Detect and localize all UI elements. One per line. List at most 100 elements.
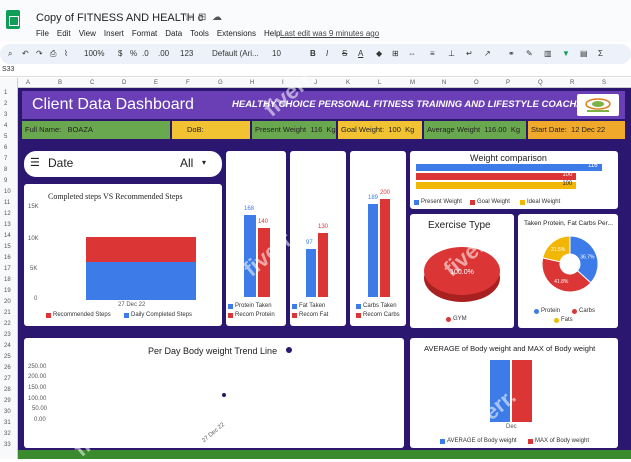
filter-views-icon[interactable]: ▤ xyxy=(580,49,588,58)
column-header-Q: Q xyxy=(538,80,543,86)
carbs-bar-0 xyxy=(368,204,378,297)
sheets-logo-icon[interactable] xyxy=(6,10,20,29)
full-name-cell[interactable]: Full Name: BOAZA xyxy=(22,121,170,139)
dashboard-title: Client Data Dashboard xyxy=(32,96,194,113)
redo-icon[interactable]: ↷ xyxy=(36,49,43,58)
text-wrap-icon[interactable]: ↵ xyxy=(466,49,473,58)
steps-ytick: 15K xyxy=(28,204,39,210)
row-header-4: 4 xyxy=(4,123,8,129)
vertical-align-icon[interactable]: ⊥ xyxy=(448,49,455,58)
row-header-9: 9 xyxy=(4,178,8,184)
cloud-status-icon[interactable]: ☁ xyxy=(212,12,222,23)
legend-carbs: Carbs xyxy=(572,308,595,314)
bold-button[interactable]: B xyxy=(310,49,316,58)
print-icon[interactable]: ⎙ xyxy=(50,49,56,59)
present-weight-label: Present Weight xyxy=(255,125,307,134)
goal-weight-value: 100 xyxy=(388,125,401,134)
italic-button[interactable]: I xyxy=(326,49,328,58)
merge-cells-icon[interactable]: ⇔ xyxy=(408,49,416,58)
weight-comparison-card[interactable]: Weight comparison 116 100 100 Present Weig… xyxy=(410,151,618,209)
trend-chart-card[interactable]: Per Day Body weight Trend Line 250.00 20… xyxy=(24,338,404,448)
date-filter-control[interactable]: ☰ Date All ▾ xyxy=(24,151,222,177)
goal-weight-cell[interactable]: Goal Weight: 100 Kg xyxy=(338,121,422,139)
menu-extensions[interactable]: Extensions xyxy=(217,29,256,38)
row-header-33: 33 xyxy=(4,442,11,448)
menu-data[interactable]: Data xyxy=(165,29,182,38)
average-weight-unit: Kg xyxy=(510,125,521,134)
menu-file[interactable]: File xyxy=(36,29,49,38)
undo-icon[interactable]: ↶ xyxy=(22,49,29,58)
zoom-select[interactable]: 100% xyxy=(84,49,104,58)
row-header-28: 28 xyxy=(4,387,11,393)
formula-bar[interactable] xyxy=(0,65,631,77)
row-header-10: 10 xyxy=(4,189,11,195)
menu-tools[interactable]: Tools xyxy=(190,29,209,38)
carbs-value-label-1: 200 xyxy=(380,189,391,196)
horizontal-align-icon[interactable]: ≡ xyxy=(430,49,435,58)
exercise-type-card[interactable]: Exercise Type 100.0% GYM xyxy=(410,214,514,328)
goal-weight-unit: Kg xyxy=(405,125,415,134)
paint-format-icon[interactable]: ⌇ xyxy=(64,49,68,58)
fat-chart-card[interactable]: 97 130 Fat Taken Recom Fat xyxy=(290,151,346,326)
row-header-30: 30 xyxy=(4,409,11,415)
legend-ideal-weight: Ideal Weight xyxy=(520,199,560,205)
menu-view[interactable]: View xyxy=(79,29,96,38)
weight-bar-0 xyxy=(416,164,602,171)
present-weight-value: 116 xyxy=(310,125,323,134)
row-header-5: 5 xyxy=(4,134,8,140)
document-title[interactable]: Copy of FITNESS AND HEALTH c xyxy=(36,12,203,24)
fat-bar-0 xyxy=(306,249,316,297)
avg-max-chart-card[interactable]: AVERAGE of Body weight and MAX of Body w… xyxy=(410,338,618,448)
macro-pie-card[interactable]: Taken Protein, Fat Carbs Per... 36.7% 41.… xyxy=(518,214,618,328)
trend-xtick: 27 Dec 22 xyxy=(201,421,227,445)
filter-icon[interactable]: ▼ xyxy=(562,49,570,58)
decrease-decimal-button[interactable]: .0 xyxy=(142,49,149,58)
protein-value-label-0: 168 xyxy=(244,205,255,212)
percent-format-button[interactable]: % xyxy=(130,49,137,58)
column-header-O: O xyxy=(474,80,479,86)
protein-chart-card[interactable]: 168 140 Protein Taken Recom Protein xyxy=(226,151,286,326)
steps-chart-card[interactable]: Completed steps VS Recommended Steps 15K… xyxy=(24,184,222,326)
start-date-value: 12 Dec 22 xyxy=(571,125,606,134)
menu-format[interactable]: Format xyxy=(132,29,157,38)
column-header-A: A xyxy=(26,80,31,86)
row-header-27: 27 xyxy=(4,376,11,382)
borders-icon[interactable]: ⊞ xyxy=(392,49,399,58)
column-header-M: M xyxy=(410,80,415,86)
trend-ytick: 100.00 xyxy=(28,396,47,402)
column-header-N: N xyxy=(442,80,447,86)
font-select[interactable]: Default (Ari... xyxy=(212,49,259,58)
avg-max-plot-area xyxy=(470,358,550,422)
menu-insert[interactable]: Insert xyxy=(104,29,124,38)
column-headers: A B C D E F G H I J K L M N O P Q R S xyxy=(18,78,631,88)
steps-ytick: 5K xyxy=(30,266,38,272)
functions-icon[interactable]: Σ xyxy=(598,49,603,58)
text-color-button[interactable]: A xyxy=(358,49,363,58)
search-menus-icon[interactable]: ⌕ xyxy=(8,49,12,59)
last-edit-link[interactable]: Last edit was 9 minutes ago xyxy=(280,29,379,38)
donut-label-carbs: 41.8% xyxy=(554,279,569,285)
more-formats-button[interactable]: 123 xyxy=(180,49,193,58)
dob-cell[interactable]: DoB: xyxy=(172,121,250,139)
increase-decimal-button[interactable]: .00 xyxy=(158,49,169,58)
star-icon[interactable]: ☆ xyxy=(184,12,193,23)
insert-link-icon[interactable]: ⚭ xyxy=(508,49,515,58)
start-date-cell[interactable]: Start Date: 12 Dec 22 xyxy=(528,121,625,139)
menu-edit[interactable]: Edit xyxy=(57,29,71,38)
average-weight-cell[interactable]: Average Weight 116.00 Kg xyxy=(424,121,526,139)
insert-chart-icon[interactable]: ▥ xyxy=(544,49,552,58)
carbs-chart-card[interactable]: 189 200 Carbs Taken Recom Carbs xyxy=(350,151,406,326)
fill-color-icon[interactable]: ◆ xyxy=(376,49,382,58)
legend-recommended-steps: Recommended Steps xyxy=(46,312,111,318)
steps-chart-title: Completed steps VS Recommended Steps xyxy=(48,192,183,201)
cell-reference[interactable]: S33 xyxy=(2,66,14,73)
strikethrough-button[interactable]: S xyxy=(342,49,347,58)
move-folder-icon[interactable]: ⊞ xyxy=(198,12,206,23)
font-size-input[interactable]: 10 xyxy=(272,49,281,58)
currency-format-button[interactable]: $ xyxy=(118,49,122,58)
present-weight-cell[interactable]: Present Weight 116 Kg xyxy=(252,121,336,139)
legend-fats: Fats xyxy=(554,317,573,323)
menu-help[interactable]: Help xyxy=(264,29,280,38)
insert-comment-icon[interactable]: ✎ xyxy=(526,49,533,58)
text-rotation-icon[interactable]: ↗ xyxy=(484,49,491,58)
